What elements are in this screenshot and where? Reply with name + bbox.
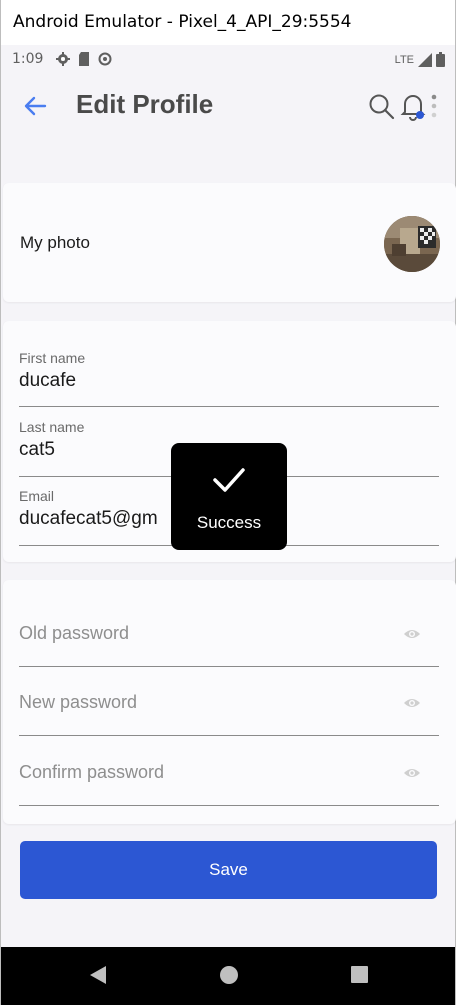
new-password-field[interactable]: New password: [19, 667, 439, 736]
success-toast: Success: [171, 443, 287, 550]
eye-icon[interactable]: [403, 696, 421, 710]
check-icon: [213, 468, 245, 492]
last-name-value[interactable]: cat5: [19, 439, 55, 461]
nav-home-icon[interactable]: [220, 966, 238, 984]
nav-recents-icon[interactable]: [351, 966, 368, 983]
status-icons-right: LTE: [395, 52, 445, 67]
save-button[interactable]: Save: [20, 841, 437, 899]
gear-icon: [56, 52, 70, 66]
password-card: Old password New password Confirm passwo…: [3, 580, 456, 824]
bell-icon[interactable]: [399, 91, 427, 121]
first-name-field[interactable]: First name ducafe: [19, 350, 439, 407]
old-password-field[interactable]: Old password: [19, 597, 439, 667]
back-arrow-icon[interactable]: [21, 92, 49, 120]
first-name-value[interactable]: ducafe: [19, 370, 76, 392]
confirm-password-field[interactable]: Confirm password: [19, 736, 439, 806]
first-name-label: First name: [19, 350, 86, 366]
status-bar: 1:09 LTE: [1, 45, 455, 73]
avatar-image: [384, 216, 440, 272]
page-title: Edit Profile: [76, 89, 214, 119]
eye-icon[interactable]: [403, 766, 421, 780]
network-type: LTE: [394, 53, 414, 66]
more-vert-icon[interactable]: [429, 93, 439, 119]
new-password-input[interactable]: New password: [19, 692, 137, 713]
confirm-password-input[interactable]: Confirm password: [19, 762, 164, 783]
app-bar: Edit Profile: [1, 73, 455, 139]
avatar[interactable]: [384, 216, 440, 272]
email-value[interactable]: ducafecat5@gm: [19, 508, 158, 530]
email-label: Email: [19, 488, 55, 504]
last-name-label: Last name: [19, 419, 85, 435]
toast-text: Success: [196, 513, 262, 532]
nav-back-icon[interactable]: [89, 965, 107, 985]
photo-label: My photo: [20, 233, 90, 252]
device-screen: 1:09 LTE Edit Profile My photo First nam…: [0, 45, 456, 1005]
sd-card-icon: [79, 52, 89, 66]
battery-icon: [436, 52, 445, 67]
signal-icon: [418, 52, 432, 67]
no-disturb-icon: [98, 52, 112, 66]
status-icons-left: [56, 52, 112, 66]
window-title: Android Emulator - Pixel_4_API_29:5554: [0, 0, 456, 45]
status-time: 1:09: [12, 51, 44, 67]
photo-card[interactable]: My photo: [3, 183, 456, 302]
search-icon[interactable]: [367, 92, 395, 120]
system-nav-bar: [1, 947, 455, 1005]
old-password-input[interactable]: Old password: [19, 623, 129, 644]
eye-icon[interactable]: [403, 627, 421, 641]
